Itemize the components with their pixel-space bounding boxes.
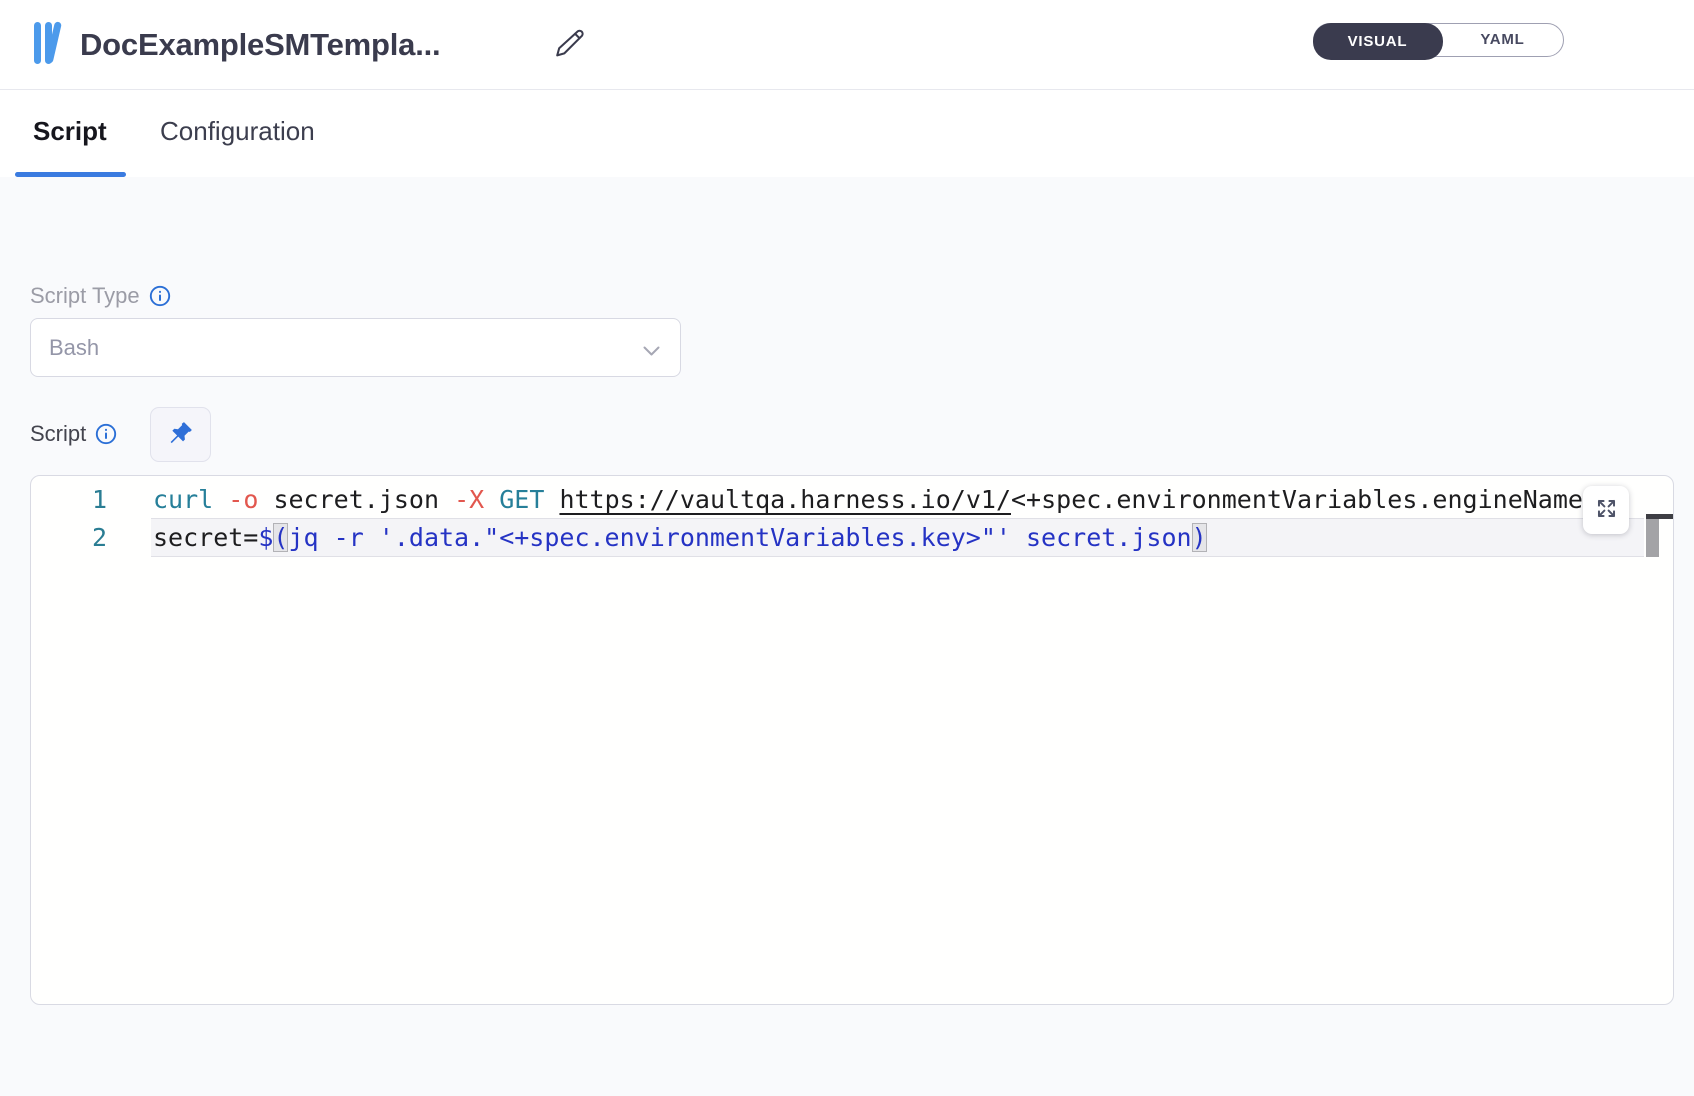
info-icon[interactable]: [149, 285, 171, 307]
pin-icon: [167, 420, 194, 450]
code-token-command: GET: [499, 485, 544, 514]
page-title: DocExampleSMTempla...: [80, 0, 440, 90]
visual-toggle-button[interactable]: VISUAL: [1313, 23, 1443, 60]
header: DocExampleSMTempla... VISUAL YAML: [0, 0, 1694, 90]
template-library-icon: [32, 21, 72, 65]
line-number: 2: [31, 519, 107, 557]
code-line-2[interactable]: 2 secret=$(jq -r '.data."<+spec.environme…: [31, 519, 1643, 557]
code-line-text: curl -o secret.json -X GET https://vault…: [153, 481, 1613, 519]
code-token-option: -X: [454, 485, 484, 514]
template-editor-page: DocExampleSMTempla... VISUAL YAML Script…: [0, 0, 1694, 1096]
script-label: Script: [30, 421, 117, 447]
visual-yaml-toggle: VISUAL YAML: [1313, 23, 1564, 57]
code-token-subshell: (: [273, 523, 288, 552]
script-type-value: Bash: [49, 335, 99, 361]
code-token-link: https://vaultqa.harness.io/v1/: [559, 485, 1011, 514]
code-token-plain: secret.json: [258, 485, 454, 514]
code-token-plain: [544, 485, 559, 514]
code-token-command: curl: [153, 485, 213, 514]
pin-button[interactable]: [150, 407, 211, 462]
info-icon[interactable]: [95, 423, 117, 445]
tab-configuration[interactable]: Configuration: [160, 91, 315, 172]
script-type-label: Script Type: [30, 283, 171, 309]
code-token-plain: <+spec.environmentVariables.engineName>/: [1011, 485, 1613, 514]
code-token-plain: [484, 485, 499, 514]
code-token-plain: secret=: [153, 523, 258, 552]
code-token-subshell: $: [258, 523, 273, 552]
line-number: 1: [31, 481, 107, 519]
script-type-select[interactable]: Bash: [30, 318, 681, 377]
vertical-scrollbar-thumb[interactable]: [1646, 519, 1659, 557]
edit-pencil-icon[interactable]: [551, 26, 587, 62]
tab-script[interactable]: Script: [33, 91, 107, 172]
code-token-subshell: ): [1192, 523, 1207, 552]
yaml-toggle-button[interactable]: YAML: [1442, 24, 1563, 55]
expand-icon: [1595, 497, 1618, 523]
code-token-plain: [213, 485, 228, 514]
chevron-down-icon: [643, 344, 660, 362]
script-panel: Script Type Bash Script: [0, 177, 1694, 1096]
tab-bar: Script Configuration: [0, 91, 1694, 177]
script-code-editor[interactable]: 1 curl -o secret.json -X GET https://vaul…: [30, 475, 1674, 1005]
code-token-option: -o: [228, 485, 258, 514]
expand-editor-button[interactable]: [1583, 486, 1629, 534]
code-line-text: secret=$(jq -r '.data."<+spec.environmen…: [153, 519, 1207, 557]
code-token-subshell: jq -r '.data."<+spec.environmentVariable…: [288, 523, 1191, 552]
code-line-1[interactable]: 1 curl -o secret.json -X GET https://vaul…: [31, 481, 1643, 519]
